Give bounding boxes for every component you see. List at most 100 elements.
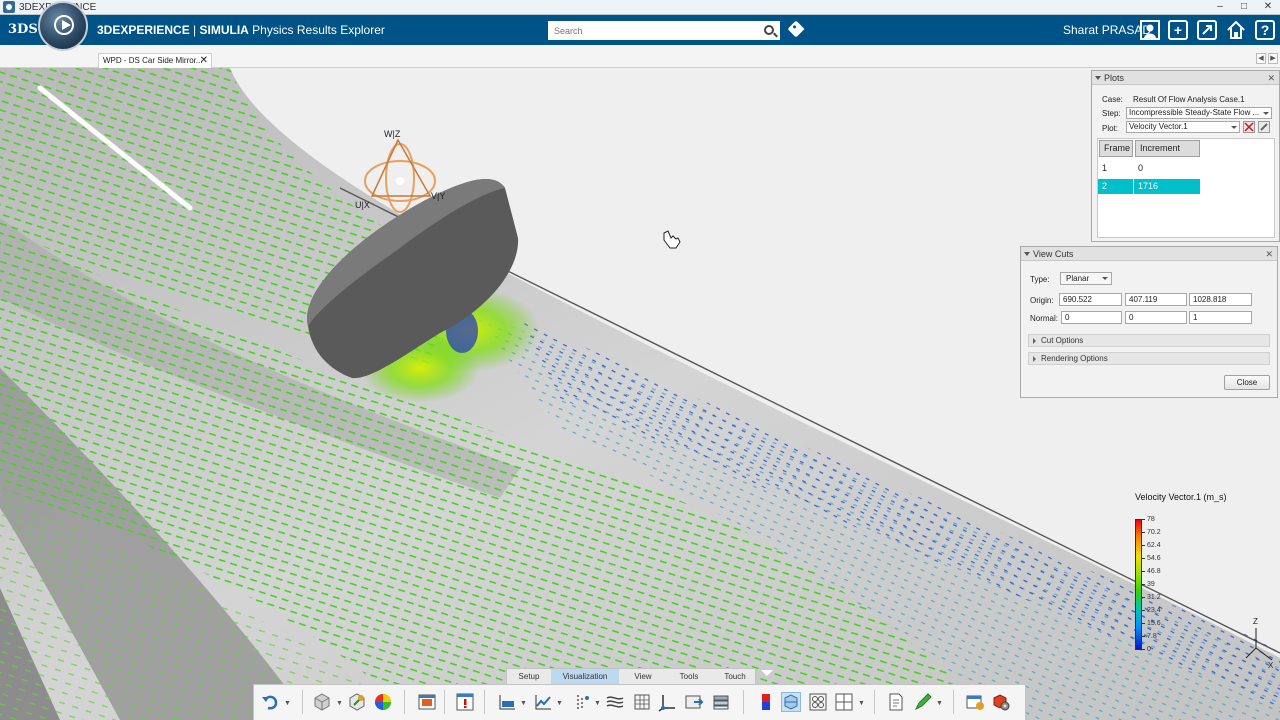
normal-z-input[interactable]: 1 <box>1189 311 1252 324</box>
user-name[interactable]: Sharat PRASAD <box>1063 23 1151 37</box>
type-select[interactable]: Planar <box>1060 272 1112 285</box>
warning-icon[interactable] <box>455 692 475 712</box>
search-input[interactable] <box>548 21 780 40</box>
layout-icon[interactable] <box>834 692 854 712</box>
chevron-down-icon[interactable]: ▼ <box>520 700 527 707</box>
share-icon[interactable] <box>1197 20 1217 40</box>
plot-label: Plot: <box>1102 124 1119 133</box>
tab-visualization[interactable]: Visualization <box>551 669 619 685</box>
expand-action-bar-icon[interactable] <box>761 670 773 676</box>
tab-next-button[interactable]: ▶ <box>1268 53 1278 64</box>
app-title: 3DEXPERIENCE | SIMULIA Physics Results E… <box>97 23 385 37</box>
legend-title: Velocity Vector.1 (m_s) <box>1135 492 1227 502</box>
export-icon[interactable] <box>684 692 704 712</box>
tab-view[interactable]: View <box>625 669 661 685</box>
legend-tick: 15.6 <box>1142 620 1161 627</box>
section-icon[interactable] <box>632 692 652 712</box>
ds-logo-icon[interactable]: 3DS <box>8 19 38 41</box>
increment-column-header[interactable]: Increment <box>1135 140 1200 157</box>
home-icon[interactable] <box>1226 20 1246 40</box>
color-icon[interactable] <box>756 692 776 712</box>
maximize-button[interactable]: □ <box>1232 0 1256 14</box>
tab-strip: WPD - DS Car Side Mirror... ✕ ◀ ▶ <box>0 45 1280 68</box>
triad-z-label: Z <box>1253 617 1258 626</box>
normal-x-input[interactable]: 0 <box>1061 311 1122 324</box>
tab-touch[interactable]: Touch <box>717 669 753 685</box>
legend-tick: 23.4 <box>1142 607 1161 614</box>
window-close-button[interactable]: ✕ <box>1256 0 1280 14</box>
add-button[interactable]: + <box>1168 20 1188 40</box>
minimize-button[interactable]: – <box>1208 0 1232 14</box>
collapse-icon[interactable] <box>1024 252 1030 256</box>
edit-plot-icon[interactable] <box>1258 121 1270 133</box>
legend-tick: 54.6 <box>1142 555 1161 562</box>
normal-y-input[interactable]: 0 <box>1125 311 1187 324</box>
frame-cell-selected[interactable]: 2 <box>1098 179 1133 194</box>
help-button[interactable]: ? <box>1255 20 1275 40</box>
streamline-icon[interactable] <box>605 692 625 712</box>
probe-icon[interactable] <box>573 692 593 712</box>
search-icon[interactable] <box>764 25 774 35</box>
origin-x-input[interactable]: 690.522 <box>1059 293 1122 306</box>
legend-tick: 70.2 <box>1142 529 1161 536</box>
snapshot-icon[interactable] <box>965 692 985 712</box>
chevron-down-icon[interactable]: ▼ <box>594 700 601 707</box>
user-avatar-icon[interactable] <box>1140 20 1160 40</box>
tab-prev-button[interactable]: ◀ <box>1256 53 1266 64</box>
image-icon[interactable] <box>417 692 437 712</box>
tab-tools[interactable]: Tools <box>671 669 707 685</box>
step-select[interactable]: Incompressible Steady-State Flow ... <box>1126 107 1272 119</box>
bar-chart-icon[interactable] <box>497 692 517 712</box>
chevron-down-icon[interactable]: ▼ <box>336 700 343 707</box>
tag-icon[interactable] <box>787 20 805 38</box>
plots-close-icon[interactable]: ✕ <box>1267 71 1275 85</box>
pen-icon[interactable] <box>913 692 933 712</box>
type-label: Type: <box>1030 275 1050 284</box>
tab-close-icon[interactable]: ✕ <box>200 54 208 67</box>
app-product: SIMULIA <box>199 23 249 37</box>
frame-column-header[interactable]: Frame <box>1099 140 1133 157</box>
frame-cell[interactable]: 1 <box>1098 161 1133 176</box>
compass-widget[interactable] <box>38 1 88 51</box>
toolbar-separator <box>404 690 405 714</box>
view-cuts-close-icon[interactable]: ✕ <box>1265 247 1273 261</box>
rendering-options-section[interactable]: Rendering Options <box>1028 352 1270 365</box>
tab-document[interactable]: WPD - DS Car Side Mirror... ✕ <box>98 53 212 68</box>
plot-select[interactable]: Velocity Vector.1 <box>1126 121 1240 133</box>
collapse-icon[interactable] <box>1095 76 1101 80</box>
increment-cell[interactable]: 0 <box>1134 161 1200 176</box>
plot-options-icon[interactable] <box>1243 121 1255 133</box>
chevron-down-icon[interactable]: ▼ <box>936 700 943 707</box>
xy-plot-icon[interactable] <box>533 692 553 712</box>
increment-cell-selected[interactable]: 1716 <box>1134 179 1200 194</box>
grid-view-icon[interactable] <box>808 692 828 712</box>
origin-y-input[interactable]: 407.119 <box>1125 293 1187 306</box>
axis-icon[interactable] <box>657 692 677 712</box>
chevron-down-icon[interactable]: ▼ <box>556 700 563 707</box>
undo-icon[interactable] <box>260 692 280 712</box>
cut-plane-icon[interactable] <box>781 692 801 712</box>
app-name: Physics Results Explorer <box>248 23 385 37</box>
action-bar-tabs: Setup Visualization View Tools Touch <box>506 668 756 685</box>
settings-icon[interactable] <box>991 692 1011 712</box>
stack-icon[interactable] <box>711 692 731 712</box>
toolbar-separator <box>444 690 445 714</box>
chevron-down-icon[interactable]: ▼ <box>284 700 291 707</box>
mesh-icon[interactable] <box>347 692 367 712</box>
chevron-down-icon <box>1263 112 1269 115</box>
origin-z-input[interactable]: 1028.818 <box>1189 293 1252 306</box>
chevron-down-icon <box>1102 277 1108 280</box>
view-cuts-close-button[interactable]: Close <box>1224 375 1270 390</box>
results-icon[interactable] <box>373 692 393 712</box>
tab-setup[interactable]: Setup <box>511 669 547 685</box>
view-cuts-title: View Cuts <box>1033 249 1074 259</box>
plots-panel-header[interactable]: Plots ✕ <box>1092 71 1279 85</box>
app-logo-icon <box>3 1 15 13</box>
view-cuts-header[interactable]: View Cuts ✕ <box>1021 247 1277 261</box>
type-select-value: Planar <box>1066 274 1090 283</box>
report-icon[interactable] <box>886 692 906 712</box>
chevron-down-icon[interactable]: ▼ <box>858 700 865 707</box>
part-icon[interactable] <box>312 692 332 712</box>
cut-options-section[interactable]: Cut Options <box>1028 334 1270 347</box>
play-icon[interactable] <box>54 15 74 35</box>
